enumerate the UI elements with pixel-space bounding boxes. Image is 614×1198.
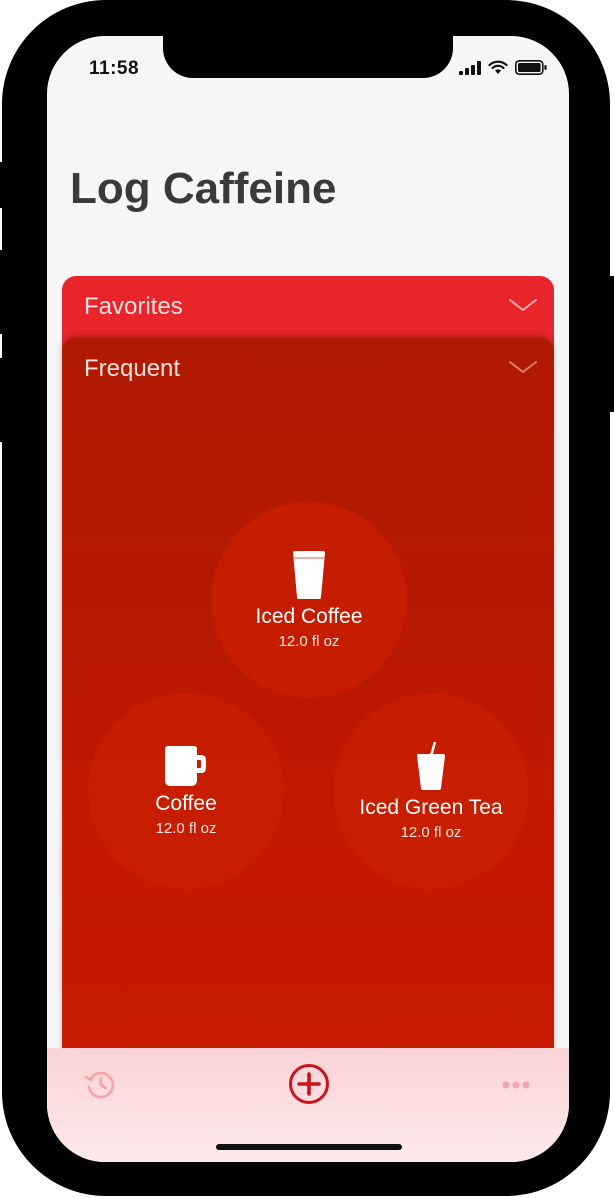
drink-volume: 12.0 fl oz xyxy=(400,823,462,841)
notch xyxy=(163,36,453,78)
phone-frame: 11:58 Log Caffeine Favorites Frequent Ic… xyxy=(0,0,614,1196)
favorites-section-title: Favorites xyxy=(84,293,183,320)
side-button-volume-down xyxy=(0,358,6,442)
status-icons xyxy=(459,60,547,75)
more-icon[interactable] xyxy=(501,1080,531,1090)
drink-name: Iced Green Tea xyxy=(359,795,503,819)
drink-name: Iced Coffee xyxy=(255,604,363,628)
signal-icon xyxy=(459,60,481,75)
history-icon[interactable] xyxy=(84,1068,118,1102)
frequent-section-title: Frequent xyxy=(84,355,181,382)
straw-cup-icon xyxy=(417,741,445,790)
battery-icon xyxy=(515,60,547,75)
side-button-volume-up xyxy=(0,250,6,334)
cup-icon xyxy=(293,550,325,599)
app-screen: 11:58 Log Caffeine Favorites Frequent Ic… xyxy=(47,36,569,1162)
wifi-icon xyxy=(488,60,508,74)
drink-button-iced-coffee[interactable]: Iced Coffee 12.0 fl oz xyxy=(211,502,407,698)
chevron-down-icon[interactable] xyxy=(508,360,538,374)
page-title: Log Caffeine xyxy=(70,164,337,213)
drink-volume: 12.0 fl oz xyxy=(155,819,217,837)
side-button-mute xyxy=(0,162,6,208)
frequent-section: Frequent Iced Coffee 12.0 fl oz Coffee 1… xyxy=(62,338,554,1098)
side-button-power xyxy=(606,276,614,412)
drink-name: Coffee xyxy=(155,791,217,815)
drink-button-iced-green-tea[interactable]: Iced Green Tea 12.0 fl oz xyxy=(333,693,529,889)
drink-button-coffee[interactable]: Coffee 12.0 fl oz xyxy=(88,693,284,889)
mug-icon xyxy=(165,745,206,786)
add-circle-icon[interactable] xyxy=(288,1063,330,1105)
chevron-down-icon[interactable] xyxy=(508,298,538,312)
drink-volume: 12.0 fl oz xyxy=(278,632,340,650)
status-time: 11:58 xyxy=(89,58,140,79)
home-indicator[interactable] xyxy=(216,1144,402,1150)
